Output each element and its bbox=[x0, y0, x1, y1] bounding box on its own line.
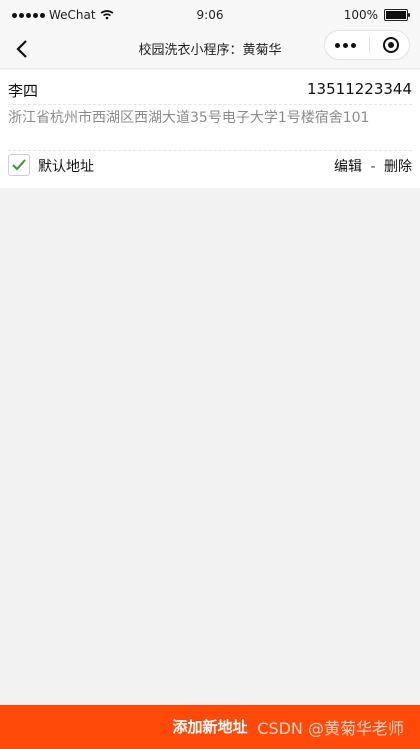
address-text: 浙江省杭州市西湖区西湖大道35号电子大学1号楼宿舍101 bbox=[8, 110, 370, 126]
close-target-icon[interactable] bbox=[383, 37, 399, 53]
recipient-name: 李四 bbox=[8, 82, 39, 100]
address-actions: 编辑 - 删除 bbox=[334, 156, 412, 176]
delete-link[interactable]: 删除 bbox=[384, 159, 412, 175]
edit-link[interactable]: 编辑 bbox=[334, 159, 362, 175]
default-address-row: 默认地址 编辑 - 删除 bbox=[8, 154, 412, 180]
add-new-address-button[interactable]: 添加新地址 CSDN @黄菊华老师 bbox=[0, 705, 420, 749]
watermark: CSDN @黄菊华老师 bbox=[257, 719, 404, 738]
action-separator: - bbox=[370, 159, 376, 175]
recipient-phone: 13511223344 bbox=[307, 80, 412, 98]
more-icon[interactable] bbox=[335, 42, 356, 48]
battery-percent: 100% bbox=[343, 8, 378, 22]
address-card: 李四 13511223344 浙江省杭州市西湖区西湖大道35号电子大学1号楼宿舍… bbox=[0, 70, 420, 188]
default-address-label: 默认地址 bbox=[38, 159, 94, 175]
divider bbox=[8, 104, 412, 105]
status-bar: WeChat 9:06 100% bbox=[0, 0, 420, 30]
default-address-checkbox[interactable] bbox=[8, 154, 30, 176]
mini-program-capsule bbox=[324, 30, 410, 60]
check-icon bbox=[12, 159, 26, 171]
capsule-divider bbox=[369, 37, 370, 53]
battery-icon bbox=[384, 9, 410, 21]
status-right: 100% bbox=[343, 8, 410, 22]
divider bbox=[8, 150, 412, 151]
nav-bar: 校园洗衣小程序：黄菊华 bbox=[0, 30, 420, 69]
